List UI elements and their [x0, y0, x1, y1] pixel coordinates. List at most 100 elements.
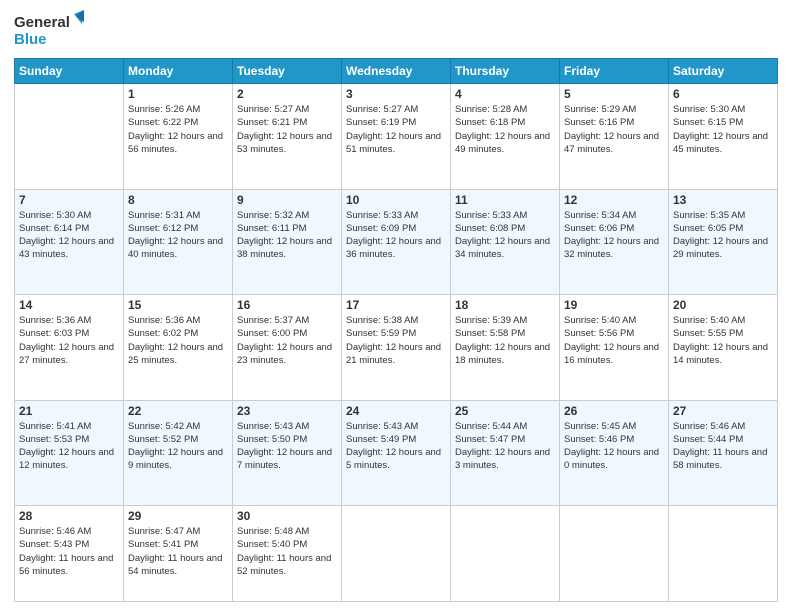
calendar-cell	[15, 84, 124, 190]
calendar-header-monday: Monday	[124, 59, 233, 84]
calendar-cell: 20 Sunrise: 5:40 AM Sunset: 5:55 PM Dayl…	[669, 295, 778, 401]
page: General Blue SundayMondayTuesdayWednesda…	[0, 0, 792, 612]
day-info: Sunrise: 5:40 AM Sunset: 5:55 PM Dayligh…	[673, 314, 773, 367]
day-number: 30	[237, 509, 337, 523]
day-number: 28	[19, 509, 119, 523]
day-info: Sunrise: 5:45 AM Sunset: 5:46 PM Dayligh…	[564, 420, 664, 473]
calendar-header-row: SundayMondayTuesdayWednesdayThursdayFrid…	[15, 59, 778, 84]
day-number: 15	[128, 298, 228, 312]
day-info: Sunrise: 5:34 AM Sunset: 6:06 PM Dayligh…	[564, 209, 664, 262]
day-number: 21	[19, 404, 119, 418]
calendar-cell: 5 Sunrise: 5:29 AM Sunset: 6:16 PM Dayli…	[560, 84, 669, 190]
day-info: Sunrise: 5:46 AM Sunset: 5:44 PM Dayligh…	[673, 420, 773, 473]
calendar-cell: 8 Sunrise: 5:31 AM Sunset: 6:12 PM Dayli…	[124, 189, 233, 295]
calendar-cell: 30 Sunrise: 5:48 AM Sunset: 5:40 PM Dayl…	[233, 506, 342, 602]
day-number: 24	[346, 404, 446, 418]
calendar-cell: 9 Sunrise: 5:32 AM Sunset: 6:11 PM Dayli…	[233, 189, 342, 295]
svg-text:Blue: Blue	[14, 31, 47, 48]
day-info: Sunrise: 5:33 AM Sunset: 6:09 PM Dayligh…	[346, 209, 446, 262]
day-info: Sunrise: 5:26 AM Sunset: 6:22 PM Dayligh…	[128, 103, 228, 156]
calendar-cell: 14 Sunrise: 5:36 AM Sunset: 6:03 PM Dayl…	[15, 295, 124, 401]
day-info: Sunrise: 5:36 AM Sunset: 6:02 PM Dayligh…	[128, 314, 228, 367]
day-number: 6	[673, 87, 773, 101]
calendar-cell: 17 Sunrise: 5:38 AM Sunset: 5:59 PM Dayl…	[342, 295, 451, 401]
day-info: Sunrise: 5:44 AM Sunset: 5:47 PM Dayligh…	[455, 420, 555, 473]
day-info: Sunrise: 5:48 AM Sunset: 5:40 PM Dayligh…	[237, 525, 337, 578]
calendar-cell: 24 Sunrise: 5:43 AM Sunset: 5:49 PM Dayl…	[342, 400, 451, 506]
calendar-cell: 18 Sunrise: 5:39 AM Sunset: 5:58 PM Dayl…	[451, 295, 560, 401]
day-info: Sunrise: 5:41 AM Sunset: 5:53 PM Dayligh…	[19, 420, 119, 473]
day-number: 16	[237, 298, 337, 312]
day-info: Sunrise: 5:29 AM Sunset: 6:16 PM Dayligh…	[564, 103, 664, 156]
day-number: 1	[128, 87, 228, 101]
calendar-cell: 10 Sunrise: 5:33 AM Sunset: 6:09 PM Dayl…	[342, 189, 451, 295]
calendar-cell: 11 Sunrise: 5:33 AM Sunset: 6:08 PM Dayl…	[451, 189, 560, 295]
calendar-cell: 1 Sunrise: 5:26 AM Sunset: 6:22 PM Dayli…	[124, 84, 233, 190]
day-number: 17	[346, 298, 446, 312]
day-number: 12	[564, 193, 664, 207]
day-number: 3	[346, 87, 446, 101]
calendar-week-2: 7 Sunrise: 5:30 AM Sunset: 6:14 PM Dayli…	[15, 189, 778, 295]
day-number: 4	[455, 87, 555, 101]
day-number: 14	[19, 298, 119, 312]
calendar-cell: 25 Sunrise: 5:44 AM Sunset: 5:47 PM Dayl…	[451, 400, 560, 506]
day-number: 18	[455, 298, 555, 312]
calendar-cell: 12 Sunrise: 5:34 AM Sunset: 6:06 PM Dayl…	[560, 189, 669, 295]
calendar-cell: 6 Sunrise: 5:30 AM Sunset: 6:15 PM Dayli…	[669, 84, 778, 190]
calendar-header-tuesday: Tuesday	[233, 59, 342, 84]
calendar-week-3: 14 Sunrise: 5:36 AM Sunset: 6:03 PM Dayl…	[15, 295, 778, 401]
calendar-header-friday: Friday	[560, 59, 669, 84]
day-info: Sunrise: 5:31 AM Sunset: 6:12 PM Dayligh…	[128, 209, 228, 262]
logo-svg: General Blue	[14, 10, 84, 50]
day-number: 25	[455, 404, 555, 418]
calendar-header-sunday: Sunday	[15, 59, 124, 84]
calendar-cell: 23 Sunrise: 5:43 AM Sunset: 5:50 PM Dayl…	[233, 400, 342, 506]
day-info: Sunrise: 5:40 AM Sunset: 5:56 PM Dayligh…	[564, 314, 664, 367]
day-number: 20	[673, 298, 773, 312]
calendar-header-saturday: Saturday	[669, 59, 778, 84]
day-info: Sunrise: 5:38 AM Sunset: 5:59 PM Dayligh…	[346, 314, 446, 367]
calendar-cell: 13 Sunrise: 5:35 AM Sunset: 6:05 PM Dayl…	[669, 189, 778, 295]
day-info: Sunrise: 5:42 AM Sunset: 5:52 PM Dayligh…	[128, 420, 228, 473]
day-info: Sunrise: 5:47 AM Sunset: 5:41 PM Dayligh…	[128, 525, 228, 578]
calendar-cell: 15 Sunrise: 5:36 AM Sunset: 6:02 PM Dayl…	[124, 295, 233, 401]
calendar-cell	[451, 506, 560, 602]
day-info: Sunrise: 5:30 AM Sunset: 6:15 PM Dayligh…	[673, 103, 773, 156]
day-info: Sunrise: 5:30 AM Sunset: 6:14 PM Dayligh…	[19, 209, 119, 262]
day-number: 29	[128, 509, 228, 523]
svg-text:General: General	[14, 14, 70, 31]
calendar-cell: 28 Sunrise: 5:46 AM Sunset: 5:43 PM Dayl…	[15, 506, 124, 602]
day-info: Sunrise: 5:43 AM Sunset: 5:50 PM Dayligh…	[237, 420, 337, 473]
logo: General Blue	[14, 10, 84, 50]
day-number: 7	[19, 193, 119, 207]
day-number: 13	[673, 193, 773, 207]
calendar-cell: 2 Sunrise: 5:27 AM Sunset: 6:21 PM Dayli…	[233, 84, 342, 190]
calendar-cell: 29 Sunrise: 5:47 AM Sunset: 5:41 PM Dayl…	[124, 506, 233, 602]
day-number: 19	[564, 298, 664, 312]
day-number: 26	[564, 404, 664, 418]
day-number: 11	[455, 193, 555, 207]
day-number: 23	[237, 404, 337, 418]
calendar-week-4: 21 Sunrise: 5:41 AM Sunset: 5:53 PM Dayl…	[15, 400, 778, 506]
day-info: Sunrise: 5:32 AM Sunset: 6:11 PM Dayligh…	[237, 209, 337, 262]
day-number: 10	[346, 193, 446, 207]
header: General Blue	[14, 10, 778, 50]
day-info: Sunrise: 5:39 AM Sunset: 5:58 PM Dayligh…	[455, 314, 555, 367]
day-info: Sunrise: 5:28 AM Sunset: 6:18 PM Dayligh…	[455, 103, 555, 156]
calendar-cell: 7 Sunrise: 5:30 AM Sunset: 6:14 PM Dayli…	[15, 189, 124, 295]
day-info: Sunrise: 5:27 AM Sunset: 6:21 PM Dayligh…	[237, 103, 337, 156]
day-info: Sunrise: 5:36 AM Sunset: 6:03 PM Dayligh…	[19, 314, 119, 367]
day-number: 2	[237, 87, 337, 101]
calendar-cell	[669, 506, 778, 602]
calendar-week-5: 28 Sunrise: 5:46 AM Sunset: 5:43 PM Dayl…	[15, 506, 778, 602]
calendar-cell: 4 Sunrise: 5:28 AM Sunset: 6:18 PM Dayli…	[451, 84, 560, 190]
day-number: 27	[673, 404, 773, 418]
calendar-cell: 21 Sunrise: 5:41 AM Sunset: 5:53 PM Dayl…	[15, 400, 124, 506]
calendar-cell	[560, 506, 669, 602]
calendar-cell: 19 Sunrise: 5:40 AM Sunset: 5:56 PM Dayl…	[560, 295, 669, 401]
calendar-cell: 16 Sunrise: 5:37 AM Sunset: 6:00 PM Dayl…	[233, 295, 342, 401]
calendar-cell: 27 Sunrise: 5:46 AM Sunset: 5:44 PM Dayl…	[669, 400, 778, 506]
day-number: 8	[128, 193, 228, 207]
day-info: Sunrise: 5:33 AM Sunset: 6:08 PM Dayligh…	[455, 209, 555, 262]
calendar-cell: 26 Sunrise: 5:45 AM Sunset: 5:46 PM Dayl…	[560, 400, 669, 506]
